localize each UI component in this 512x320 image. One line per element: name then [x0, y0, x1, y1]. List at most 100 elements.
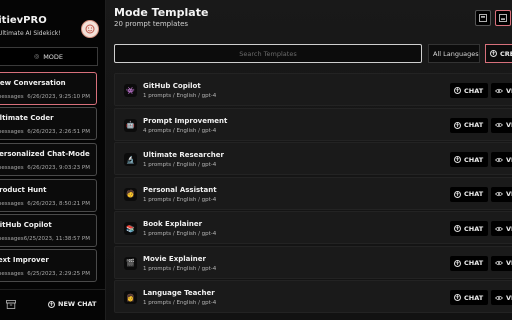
book-icon: 📚 [124, 222, 137, 235]
conversation-messages: messages [0, 165, 24, 171]
template-list: 👾 GitHub Copilot 1 prompts / English / gpt… [114, 73, 512, 320]
template-meta: 1 prompts / English / gpt-4 [143, 300, 217, 306]
new-chat-button[interactable]: + NEW CHAT [48, 300, 96, 308]
chat-label: CHAT [464, 155, 484, 164]
github-copilot-icon: 👾 [124, 84, 137, 97]
avatar[interactable] [81, 20, 99, 38]
conversation-item[interactable]: New Conversation messages6/26/2023, 9:25:… [0, 72, 97, 105]
conversation-item[interactable]: Text Improver messages6/25/2023, 2:29:25 … [0, 249, 97, 282]
create-button[interactable]: + CREATE [485, 44, 512, 63]
archive-icon [6, 300, 16, 309]
brand-name: unitievPRO [0, 15, 47, 26]
conversation-title: GitHub Copilot [0, 221, 52, 229]
search-input[interactable] [114, 44, 422, 63]
mode-icon: ◎ [33, 53, 40, 60]
chat-button[interactable]: + CHAT [450, 255, 488, 271]
conversation-title: Text Improver [0, 256, 49, 264]
conversation-messages: messages [0, 271, 24, 277]
view-button[interactable]: VIEW [491, 152, 512, 167]
template-row: 📚 Book Explainer 1 prompts / English / gpt… [114, 211, 512, 244]
chat-button[interactable]: + CHAT [450, 152, 488, 167]
template-meta: 1 prompts / English / gpt-4 [143, 265, 217, 272]
create-label: CREATE [500, 49, 512, 58]
chat-label: CHAT [464, 224, 484, 233]
researcher-icon: 🔬 [124, 153, 137, 166]
view-button[interactable]: VIEW [491, 255, 512, 271]
avatar-face-icon [85, 24, 95, 34]
template-name: Movie Explainer [143, 254, 206, 263]
template-meta: 1 prompts / English / gpt-4 [143, 162, 217, 168]
template-name: Ultimate Researcher [143, 151, 224, 159]
template-name: Language Teacher [143, 289, 215, 297]
eye-icon [495, 191, 503, 197]
template-row: 🎬 Movie Explainer 1 prompts / English / gp… [114, 245, 512, 279]
view-label: VIEW [506, 155, 512, 164]
chat-button[interactable]: + CHAT [450, 221, 488, 236]
eye-icon [495, 295, 503, 300]
conversation-date: 6/26/2023, 9:25:10 PM [27, 94, 90, 100]
robot-icon: 🤖 [124, 118, 137, 132]
plus-icon: + [454, 225, 461, 232]
eye-icon [495, 157, 503, 162]
template-meta: 1 prompts / English / gpt-4 [143, 196, 217, 203]
plus-icon: + [454, 294, 461, 301]
chat-button[interactable]: + CHAT [450, 117, 488, 133]
language-select[interactable]: All Languages [428, 44, 480, 63]
conversation-title: New Conversation [0, 79, 66, 87]
export-button[interactable] [495, 10, 511, 26]
conversation-title: Personalized Chat-Mode [0, 150, 90, 158]
archive-button[interactable] [5, 299, 17, 310]
chat-label: CHAT [464, 121, 484, 129]
conversation-date: 6/26/2023, 2:26:51 PM [27, 129, 90, 135]
view-label: VIEW [506, 86, 512, 95]
plus-icon: + [48, 300, 55, 308]
eye-icon [495, 122, 503, 128]
import-button[interactable] [475, 10, 491, 26]
export-icon [499, 14, 507, 22]
template-meta: 1 prompts / English / gpt-4 [143, 93, 217, 99]
teacher-icon: 👩 [124, 291, 137, 304]
view-button[interactable]: VIEW [491, 117, 512, 133]
template-name: Prompt Improvement [143, 116, 228, 125]
view-button[interactable]: VIEW [491, 83, 512, 98]
view-label: VIEW [506, 259, 512, 267]
chat-label: CHAT [464, 86, 484, 95]
view-button[interactable]: VIEW [491, 290, 512, 305]
template-name: Book Explainer [143, 220, 203, 228]
view-button[interactable]: VIEW [491, 186, 512, 202]
view-label: VIEW [506, 293, 512, 302]
mode-label: MODE [43, 52, 64, 61]
chat-label: CHAT [464, 259, 484, 267]
main-panel: Mode Template 20 prompt templates All La… [106, 0, 512, 320]
conversation-item[interactable]: Ultimate Coder messages6/26/2023, 2:26:51… [0, 107, 97, 140]
brand-tagline: Ultimate AI Sidekick! [0, 30, 61, 37]
view-label: VIEW [506, 190, 512, 198]
conversation-item[interactable]: Product Hunt messages6/26/2023, 8:50:21 P… [0, 179, 97, 212]
conversation-date: 6/26/2023, 9:03:23 PM [27, 165, 90, 171]
plus-icon: + [454, 156, 461, 163]
conversation-title: Product Hunt [0, 186, 47, 194]
page-subtitle: 20 prompt templates [114, 20, 189, 28]
template-row: 🤖 Prompt Improvement 4 prompts / English /… [114, 107, 512, 141]
page-title: Mode Template [114, 6, 209, 19]
chat-button[interactable]: + CHAT [450, 186, 488, 202]
view-button[interactable]: VIEW [491, 221, 512, 236]
template-row: 🔬 Ultimate Researcher 1 prompts / English … [114, 142, 512, 175]
conversation-date: 6/25/2023, 2:29:25 PM [27, 271, 90, 277]
conversation-date: 6/26/2023, 8:50:21 PM [27, 201, 90, 207]
template-row: 👩 Language Teacher 1 prompts / English / g… [114, 280, 512, 313]
template-row: 🧑 Personal Assistant 1 prompts / English /… [114, 176, 512, 210]
mode-button[interactable]: ◎ MODE [0, 47, 98, 66]
template-meta: 4 prompts / English / gpt-4 [143, 127, 217, 134]
plus-icon: + [454, 121, 461, 129]
sidebar: unitievPRO Ultimate AI Sidekick! ◎ MODE … [0, 0, 106, 320]
template-name: GitHub Copilot [143, 82, 201, 90]
conversation-item[interactable]: GitHub Copilot messages6/25/2023, 11:38:5… [0, 214, 97, 247]
conversation-messages: messages [0, 94, 24, 100]
plus-icon: + [454, 87, 461, 94]
conversation-item[interactable]: Personalized Chat-Mode messages6/26/2023,… [0, 143, 97, 176]
chat-button[interactable]: + CHAT [450, 290, 488, 305]
plus-icon: + [490, 50, 497, 57]
chat-label: CHAT [464, 190, 484, 198]
chat-button[interactable]: + CHAT [450, 83, 488, 98]
